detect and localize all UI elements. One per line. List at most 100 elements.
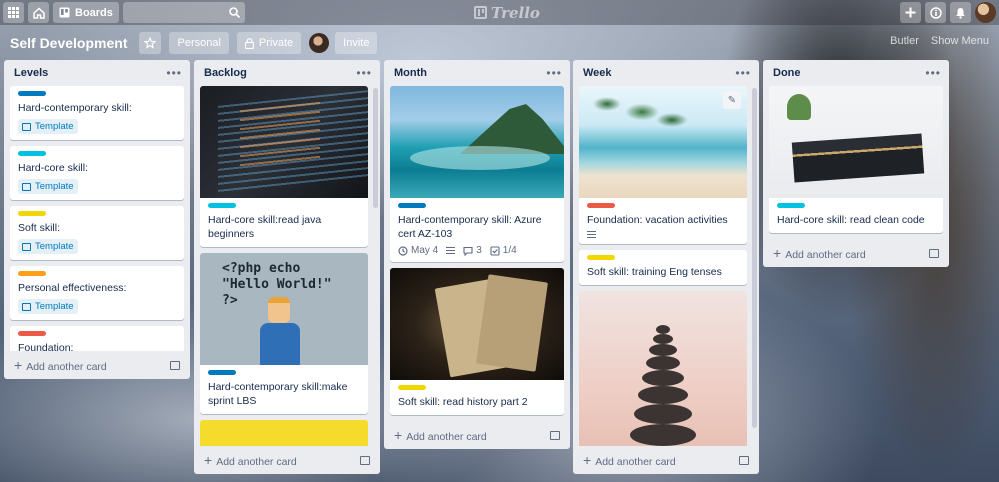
create-from-template-icon[interactable] [360,455,370,465]
card-title: Soft skill: training Eng tenses [587,266,722,278]
template-badge: Template [18,299,78,314]
card-cover-image [769,86,943,198]
list-backlog: Backlog ••• Hard-core skill:read java be… [194,60,380,474]
apps-grid-button[interactable] [3,2,24,23]
search-icon [229,7,240,18]
clock-icon [398,245,408,256]
home-icon [32,6,45,19]
list-title[interactable]: Done [773,67,801,79]
info-button[interactable] [925,2,946,23]
add-card-label: Add another card [785,249,866,261]
card[interactable]: Hard-core skill: read clean code [769,86,943,233]
list-title[interactable]: Week [583,67,612,79]
home-button[interactable] [28,2,49,23]
trello-logo[interactable]: Trello [474,4,540,22]
add-card-button[interactable]: + Add another card [4,351,190,379]
list-title[interactable]: Backlog [204,67,247,79]
trello-logo-icon [474,6,487,19]
plus-icon: + [14,357,23,373]
privacy-button[interactable]: Private [236,32,302,54]
comments-badge: 3 [463,245,482,256]
card-cover-image: <?php echo "Hello World!" ?> [200,253,368,365]
search-input[interactable] [122,2,245,23]
board-icon [59,7,70,18]
card-title: Soft skill: read history part 2 [398,396,528,408]
star-board-button[interactable] [139,32,162,54]
create-from-template-icon[interactable] [550,430,560,440]
show-menu-button[interactable]: Show Menu [931,35,989,47]
card[interactable]: Soft skill: training Eng tenses [579,250,747,285]
team-visibility-button[interactable]: Personal [169,32,229,54]
stone [638,386,688,404]
list-menu-icon[interactable]: ••• [546,66,562,80]
template-badge: Template [18,119,78,134]
team-visibility-label: Personal [177,37,221,49]
add-card-button[interactable]: + Add another card [384,421,570,449]
label-blue [18,91,46,96]
card-cover-image [200,420,368,446]
label-blue [208,370,236,375]
create-button[interactable] [900,2,921,23]
list-title[interactable]: Levels [14,67,48,79]
board-title[interactable]: Self Development [10,35,127,51]
boards-button[interactable]: Boards [53,2,119,23]
member-avatar[interactable] [309,33,330,53]
template-badge: Template [18,239,78,254]
list-scrollbar[interactable] [752,88,757,428]
notifications-button[interactable] [950,2,971,23]
card[interactable]: Soft skill: read history part 2 [390,268,564,415]
card-title: Soft skill: [18,222,61,234]
card-title: Hard-contemporary skill: Azure cert AZ-1… [398,214,542,240]
card[interactable]: Personal effectiveness: Template [10,266,184,320]
card[interactable] [579,291,747,446]
card[interactable]: <?php echo "Hello World!" ?> Hard-contem… [200,253,368,414]
user-avatar[interactable] [975,2,996,23]
template-badge-label: Template [35,301,74,312]
plus-icon [905,7,916,18]
list-month: Month ••• Hard-contemporary skill: Azure… [384,60,570,449]
card[interactable]: Hard-core skill: Template [10,146,184,200]
label-orange [18,271,46,276]
card[interactable]: Hard-core skill:read java beginners [200,86,368,247]
add-card-button[interactable]: + Add another card [763,239,949,267]
invite-button[interactable]: Invite [335,32,378,54]
edit-card-icon[interactable]: ✎ [723,91,741,109]
list-menu-icon[interactable]: ••• [356,66,372,80]
list-menu-icon[interactable]: ••• [166,66,182,80]
boards-label: Boards [75,6,113,19]
description-icon [446,247,456,254]
label-sky [18,151,46,156]
add-card-button[interactable]: + Add another card [573,446,759,474]
list-scrollbar[interactable] [373,88,378,208]
template-icon [22,242,31,251]
list-levels: Levels ••• Hard-contemporary skill: Temp… [4,60,190,379]
card-cover-image [390,268,564,380]
card[interactable]: ✎ Foundation: vacation activities [579,86,747,244]
card[interactable]: Hard-contemporary skill: Template [10,86,184,140]
template-badge-label: Template [35,241,74,252]
card[interactable] [200,420,368,446]
label-red [587,203,615,208]
add-card-button[interactable]: + Add another card [194,446,380,474]
list-title[interactable]: Month [394,67,427,79]
create-from-template-icon[interactable] [929,248,939,258]
checkbox-icon [490,245,500,256]
create-from-template-icon[interactable] [170,360,180,370]
bell-icon [956,7,965,19]
list-menu-icon[interactable]: ••• [735,66,751,80]
star-icon [144,37,157,49]
checklist-badge: 1/4 [490,245,517,256]
template-badge: Template [18,179,78,194]
butler-button[interactable]: Butler [890,35,919,47]
card[interactable]: Foundation: Template [10,326,184,351]
privacy-label: Private [258,37,294,49]
create-from-template-icon[interactable] [739,455,749,465]
template-icon [22,122,31,131]
lock-icon [244,37,254,49]
card[interactable]: Hard-contemporary skill: Azure cert AZ-1… [390,86,564,262]
label-red [18,331,46,336]
list-menu-icon[interactable]: ••• [925,66,941,80]
card[interactable]: Soft skill: Template [10,206,184,260]
card-title: Hard-contemporary skill: [18,102,132,114]
card-title: Hard-contemporary skill:make sprint LBS [208,381,348,407]
